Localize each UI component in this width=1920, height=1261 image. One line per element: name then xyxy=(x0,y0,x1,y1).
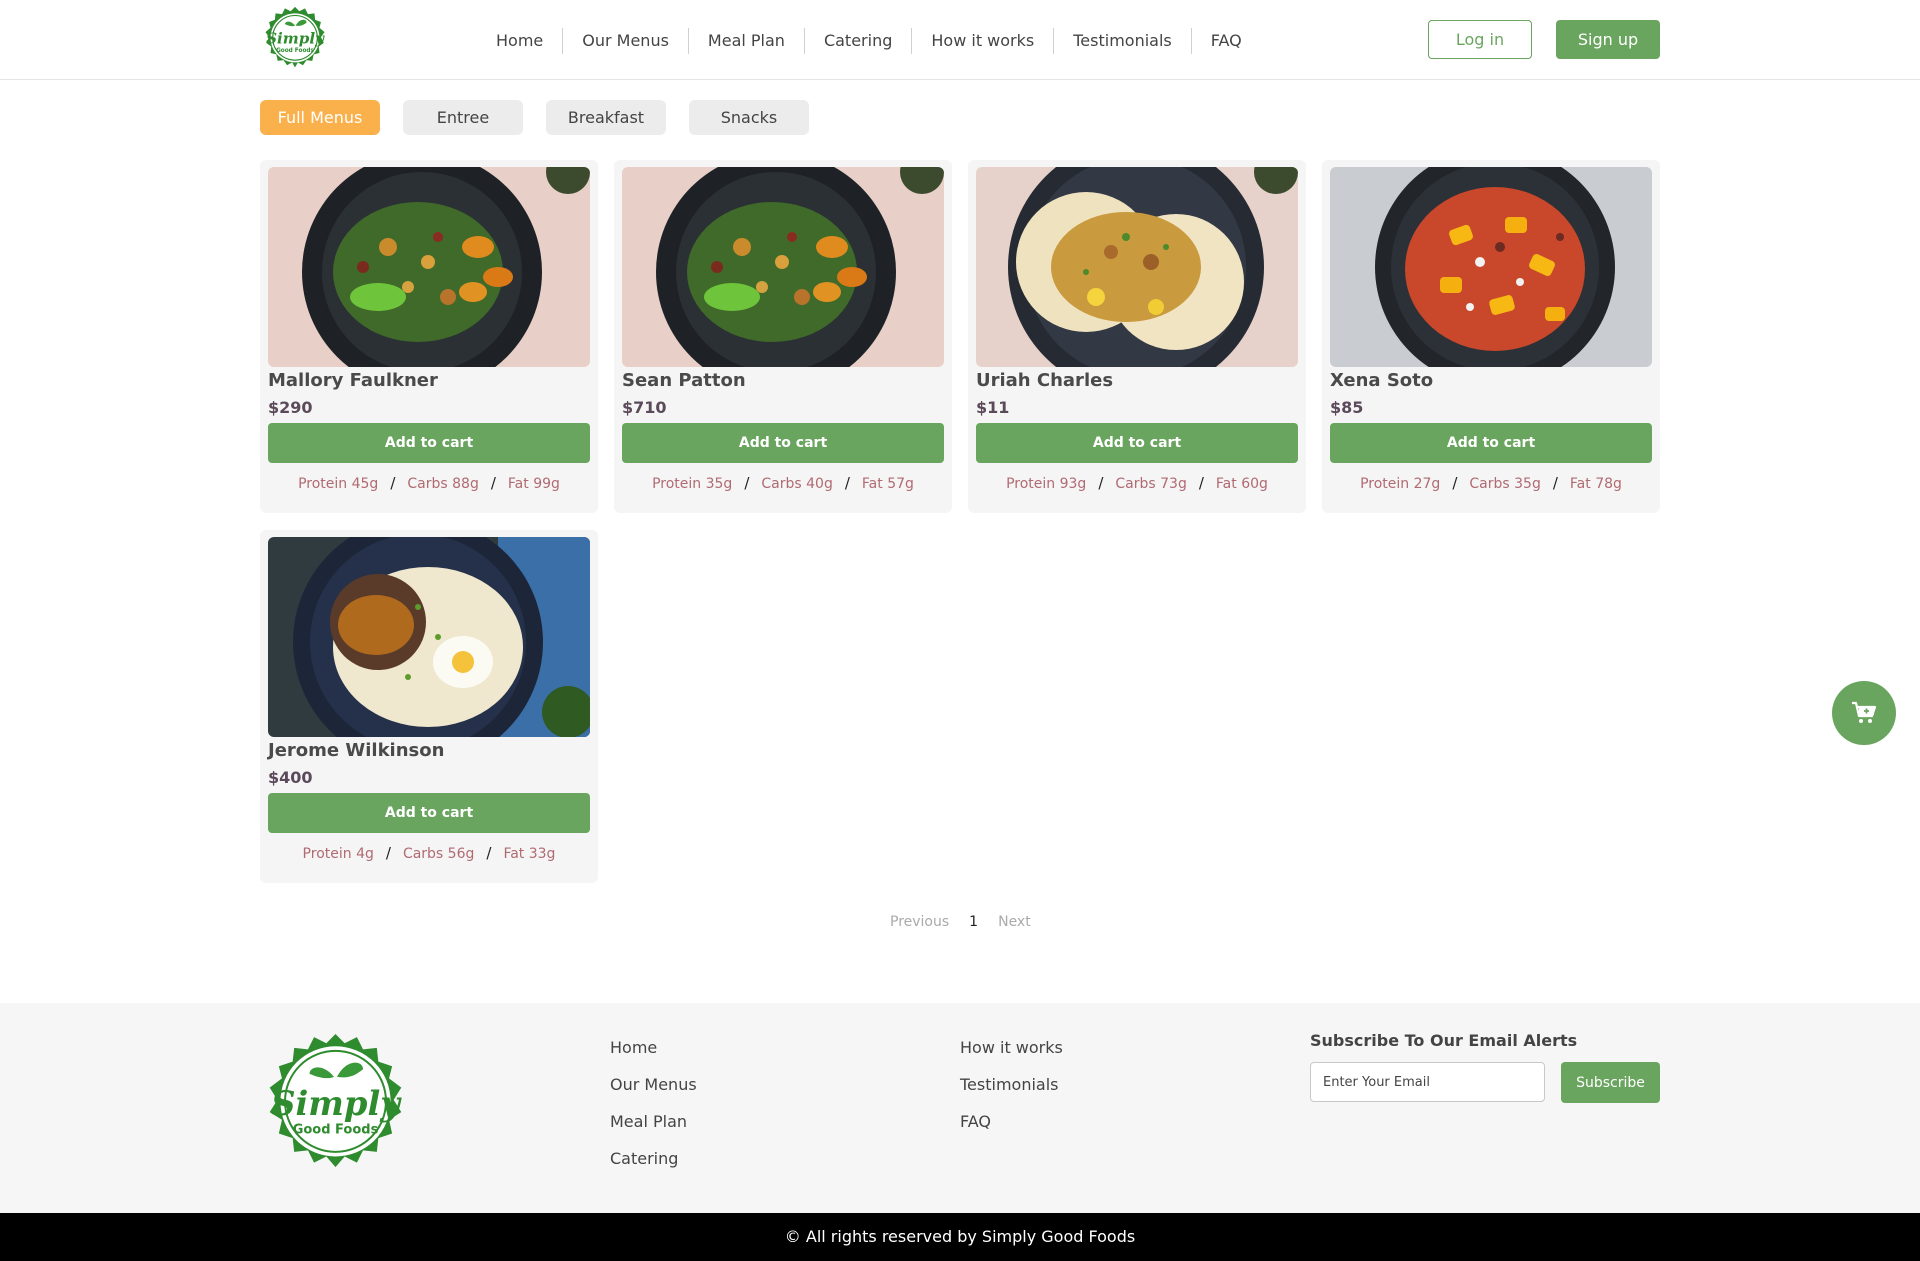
product-card: Xena Soto $85 Add to cart Protein 27g / Ca… xyxy=(1322,160,1660,513)
site-header: Simply Good Foods Home Our Menus Meal Pl… xyxy=(0,0,1920,80)
nav-how-it-works[interactable]: How it works xyxy=(911,28,1053,54)
product-card: Sean Patton $710 Add to cart Protein 35g… xyxy=(614,160,952,513)
macro-carbs: Carbs 35g xyxy=(1469,476,1541,492)
product-macros: Protein 4g / Carbs 56g / Fat 33g xyxy=(260,844,598,862)
brand-logo[interactable]: Simply Good Foods xyxy=(259,4,331,76)
login-button[interactable]: Log in xyxy=(1428,20,1532,59)
macro-separator: / xyxy=(1552,474,1558,492)
pagination-page-current[interactable]: 1 xyxy=(969,914,978,930)
svg-text:Simply: Simply xyxy=(266,30,325,48)
product-price: $11 xyxy=(976,398,1010,417)
product-macros: Protein 45g / Carbs 88g / Fat 99g xyxy=(260,474,598,492)
product-macros: Protein 27g / Carbs 35g / Fat 78g xyxy=(1322,474,1660,492)
product-name: Xena Soto xyxy=(1330,370,1434,391)
macro-fat: Fat 99g xyxy=(507,476,560,492)
nav-meal-plan[interactable]: Meal Plan xyxy=(687,28,804,54)
macro-protein: Protein 35g xyxy=(652,476,733,492)
footer-links-col-2: How it works Testimonials FAQ xyxy=(960,1033,1063,1144)
add-to-cart-button[interactable]: Add to cart xyxy=(1330,423,1652,463)
macro-fat: Fat 60g xyxy=(1215,476,1268,492)
product-macros: Protein 35g / Carbs 40g / Fat 57g xyxy=(614,474,952,492)
macro-separator: / xyxy=(1452,474,1458,492)
macro-separator: / xyxy=(385,844,391,862)
product-name: Mallory Faulkner xyxy=(268,370,438,391)
footer-link-catering[interactable]: Catering xyxy=(610,1144,697,1181)
main-nav: Home Our Menus Meal Plan Catering How it… xyxy=(477,28,1261,54)
macro-separator: / xyxy=(390,474,396,492)
macro-separator: / xyxy=(1098,474,1104,492)
footer-link-meal-plan[interactable]: Meal Plan xyxy=(610,1107,697,1144)
macro-fat: Fat 57g xyxy=(861,476,914,492)
footer-link-how-it-works[interactable]: How it works xyxy=(960,1033,1063,1070)
pagination-previous[interactable]: Previous xyxy=(890,914,949,930)
svg-text:Simply: Simply xyxy=(271,1083,402,1123)
macro-carbs: Carbs 73g xyxy=(1115,476,1187,492)
product-name: Jerome Wilkinson xyxy=(268,740,445,761)
product-name: Sean Patton xyxy=(622,370,746,391)
macro-protein: Protein 93g xyxy=(1006,476,1087,492)
product-image[interactable] xyxy=(622,167,944,367)
product-image[interactable] xyxy=(976,167,1298,367)
product-image[interactable] xyxy=(1330,167,1652,367)
nav-testimonials[interactable]: Testimonials xyxy=(1053,28,1191,54)
product-image[interactable] xyxy=(268,537,590,737)
macro-separator: / xyxy=(486,844,492,862)
footer-link-faq[interactable]: FAQ xyxy=(960,1107,1063,1144)
macro-carbs: Carbs 88g xyxy=(407,476,479,492)
add-to-cart-button[interactable]: Add to cart xyxy=(268,793,590,833)
pagination-next[interactable]: Next xyxy=(998,914,1031,930)
product-price: $290 xyxy=(268,398,313,417)
svg-text:Good Foods: Good Foods xyxy=(276,48,314,54)
nav-our-menus[interactable]: Our Menus xyxy=(562,28,688,54)
product-image[interactable] xyxy=(268,167,590,367)
macro-separator: / xyxy=(844,474,850,492)
nav-home[interactable]: Home xyxy=(477,28,562,54)
product-card: Uriah Charles $11 Add to cart Protein 93… xyxy=(968,160,1306,513)
add-to-cart-button[interactable]: Add to cart xyxy=(622,423,944,463)
macro-protein: Protein 4g xyxy=(302,846,374,862)
macro-fat: Fat 33g xyxy=(503,846,556,862)
footer-links-col-1: Home Our Menus Meal Plan Catering xyxy=(610,1033,697,1181)
product-price: $85 xyxy=(1330,398,1364,417)
site-footer: Simply Good Foods Home Our Menus Meal Pl… xyxy=(0,1003,1920,1213)
subscribe-title: Subscribe To Our Email Alerts xyxy=(1310,1031,1578,1050)
email-field[interactable] xyxy=(1310,1062,1545,1102)
tab-entree[interactable]: Entree xyxy=(403,100,523,135)
footer-link-home[interactable]: Home xyxy=(610,1033,697,1070)
copyright-bar: © All rights reserved by Simply Good Foo… xyxy=(0,1213,1920,1261)
macro-protein: Protein 45g xyxy=(298,476,379,492)
tab-full-menus[interactable]: Full Menus xyxy=(260,100,380,135)
macro-separator: / xyxy=(490,474,496,492)
subscribe-button[interactable]: Subscribe xyxy=(1561,1062,1660,1103)
macro-protein: Protein 27g xyxy=(1360,476,1441,492)
pagination: Previous 1 Next xyxy=(890,914,1031,930)
macro-fat: Fat 78g xyxy=(1569,476,1622,492)
product-price: $710 xyxy=(622,398,667,417)
menu-filter-tabs: Full Menus Entree Breakfast Snacks xyxy=(260,100,809,135)
tab-breakfast[interactable]: Breakfast xyxy=(546,100,666,135)
add-to-cart-button[interactable]: Add to cart xyxy=(976,423,1298,463)
tab-snacks[interactable]: Snacks xyxy=(689,100,809,135)
product-macros: Protein 93g / Carbs 73g / Fat 60g xyxy=(968,474,1306,492)
footer-link-testimonials[interactable]: Testimonials xyxy=(960,1070,1063,1107)
macro-carbs: Carbs 40g xyxy=(761,476,833,492)
svg-text:Good Foods: Good Foods xyxy=(293,1123,379,1138)
product-name: Uriah Charles xyxy=(976,370,1114,391)
nav-catering[interactable]: Catering xyxy=(803,28,911,54)
footer-link-our-menus[interactable]: Our Menus xyxy=(610,1070,697,1107)
nav-faq[interactable]: FAQ xyxy=(1190,28,1261,54)
macro-separator: / xyxy=(1198,474,1204,492)
product-card: Jerome Wilkinson $400 Add to cart Protei… xyxy=(260,530,598,883)
signup-button[interactable]: Sign up xyxy=(1556,20,1660,59)
add-to-cart-button[interactable]: Add to cart xyxy=(268,423,590,463)
macro-separator: / xyxy=(744,474,750,492)
footer-brand-logo[interactable]: Simply Good Foods xyxy=(259,1031,412,1184)
cart-plus-icon xyxy=(1852,701,1877,723)
product-card: Mallory Faulkner $290 Add to cart Protei… xyxy=(260,160,598,513)
product-price: $400 xyxy=(268,768,313,787)
macro-carbs: Carbs 56g xyxy=(402,846,475,862)
floating-cart-button[interactable] xyxy=(1832,681,1896,745)
